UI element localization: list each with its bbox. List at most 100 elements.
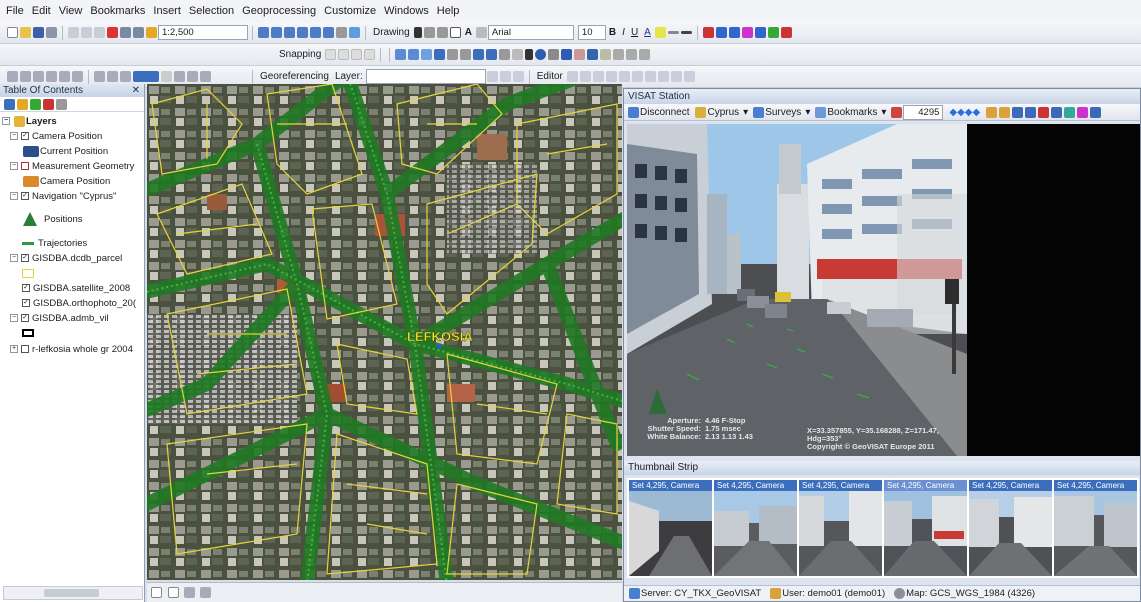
fill-color-icon[interactable] <box>654 27 666 38</box>
options-icon[interactable] <box>56 98 67 110</box>
whats-this-icon[interactable] <box>349 27 360 38</box>
undo-icon[interactable] <box>120 27 131 38</box>
list-by-visibility-icon[interactable] <box>30 98 41 110</box>
layout-view-icon[interactable] <box>151 587 162 598</box>
bold-button[interactable]: B <box>609 27 616 38</box>
capture-tool-icon[interactable] <box>1064 106 1076 118</box>
toc-item-admb-vil[interactable]: − ✓ GISDBA.admb_vil <box>10 311 144 325</box>
find-icon[interactable] <box>587 49 599 60</box>
open-folder-icon[interactable] <box>20 27 31 38</box>
end-point-arc-icon[interactable] <box>605 71 617 82</box>
menu-customize[interactable]: Customize <box>324 5 376 17</box>
color-selector-icon[interactable] <box>133 71 159 82</box>
measure-tool-icon[interactable] <box>986 106 998 118</box>
refresh-icon[interactable] <box>184 587 196 598</box>
toc-item-orthophoto[interactable]: ✓ GISDBA.orthophoto_20( <box>22 296 144 310</box>
toc-item-measurement-geometry[interactable]: − Measurement Geometry <box>10 159 144 173</box>
font-name-field[interactable]: Arial <box>487 25 574 40</box>
disconnect-button[interactable]: Disconnect <box>640 107 689 118</box>
end-snapping-icon[interactable] <box>338 49 350 60</box>
layout-tool-icon[interactable] <box>174 71 185 82</box>
toc-item-navigation-cyprus[interactable]: − ✓ Navigation "Cyprus" <box>10 189 144 203</box>
layer-checkbox[interactable] <box>21 162 29 170</box>
split-tool-icon[interactable] <box>631 71 643 82</box>
full-extent-icon[interactable] <box>434 49 446 60</box>
go-forward-icon[interactable] <box>486 49 498 60</box>
drawing-menu[interactable]: Drawing <box>373 27 410 38</box>
dropdown-arrow-icon[interactable] <box>161 71 172 82</box>
measure-icon[interactable] <box>561 49 573 60</box>
zoom-in-icon[interactable] <box>395 49 407 60</box>
arctoolbox-icon[interactable] <box>310 27 321 38</box>
font-size-field[interactable]: 10 <box>577 25 606 40</box>
transparency-icon[interactable] <box>72 71 83 82</box>
pause-drawing-icon[interactable] <box>200 587 212 598</box>
font-color-icon[interactable]: A <box>644 27 651 38</box>
visat-tool-icon[interactable] <box>741 27 753 38</box>
visat-connect-icon[interactable] <box>728 27 740 38</box>
pan-icon[interactable] <box>421 49 433 60</box>
close-icon[interactable]: ✕ <box>132 85 144 96</box>
street-view-canvas[interactable] <box>627 124 967 456</box>
collapse-icon[interactable]: − <box>2 117 10 125</box>
map-view[interactable]: LEFKOSIA <box>147 84 622 580</box>
copy-icon[interactable] <box>81 27 92 38</box>
data-view-icon[interactable] <box>715 27 727 38</box>
edge-snapping-icon[interactable] <box>364 49 376 60</box>
data-view-icon[interactable] <box>168 587 180 598</box>
visat-record-icon[interactable] <box>780 27 792 38</box>
toc-item-dcdb-parcel[interactable]: − ✓ GISDBA.dcdb_parcel <box>10 251 144 265</box>
thumbnail-item[interactable]: Set 4,295, Camera <box>884 480 967 576</box>
clear-selection-icon[interactable] <box>512 49 524 60</box>
editor-toolbar-icon[interactable] <box>258 27 269 38</box>
layer-checkbox[interactable]: ✓ <box>21 192 29 200</box>
flicker-icon[interactable] <box>33 71 44 82</box>
text-tool-icon[interactable]: A <box>465 27 472 38</box>
menu-geoprocessing[interactable]: Geoprocessing <box>242 5 316 17</box>
settings-tool-icon[interactable] <box>1051 106 1063 118</box>
identify-icon[interactable] <box>535 49 547 60</box>
collapse-icon[interactable]: − <box>10 132 18 140</box>
layer-swipe-icon[interactable] <box>20 71 31 82</box>
collapse-icon[interactable]: − <box>10 314 18 322</box>
visat-pan-icon[interactable] <box>767 27 779 38</box>
display-tool-icon[interactable] <box>120 71 131 82</box>
edit-tool-icon[interactable] <box>566 71 578 82</box>
surveys-dropdown[interactable]: Surveys <box>765 107 801 118</box>
model-builder-icon[interactable] <box>336 27 347 38</box>
thumbnail-item[interactable]: Set 4,295, Camera <box>799 480 882 576</box>
navigate-next-icon[interactable]: ◆ <box>965 107 973 118</box>
trace-icon[interactable] <box>618 71 630 82</box>
menu-insert[interactable]: Insert <box>153 5 181 17</box>
create-features-icon[interactable] <box>683 71 695 82</box>
collapse-icon[interactable]: − <box>10 254 18 262</box>
layout-tool-icon[interactable] <box>1012 106 1024 118</box>
cut-icon[interactable] <box>68 27 79 38</box>
expand-icon[interactable]: + <box>10 345 18 353</box>
table-of-contents-icon[interactable] <box>271 27 282 38</box>
map-scale-field[interactable]: 1:2,500 <box>158 25 248 40</box>
vertex-snapping-icon[interactable] <box>351 49 363 60</box>
line-color-icon[interactable] <box>667 31 679 34</box>
navigate-prev-icon[interactable]: ◆ <box>957 107 965 118</box>
layout-tool-icon[interactable] <box>187 71 198 82</box>
menu-file[interactable]: File <box>6 5 24 17</box>
georef-layer-select[interactable] <box>365 69 486 84</box>
georef-tool-icon[interactable] <box>486 71 498 82</box>
georeferencing-menu[interactable]: Georeferencing <box>260 71 329 82</box>
menu-view[interactable]: View <box>59 5 83 17</box>
display-tool-icon[interactable] <box>107 71 118 82</box>
help-tool-icon[interactable] <box>1090 106 1102 118</box>
thumbnail-item[interactable]: Set 4,295, Camera <box>714 480 797 576</box>
navigate-forward-icon[interactable]: ◆ <box>973 107 981 118</box>
display-tool-icon[interactable] <box>94 71 105 82</box>
thumbnail-item[interactable]: Set 4,295, Camera <box>629 480 712 576</box>
thumbnail-item[interactable]: Set 4,295, Camera <box>969 480 1052 576</box>
go-back-icon[interactable] <box>473 49 485 60</box>
fixed-zoom-out-icon[interactable] <box>460 49 472 60</box>
effects-icon[interactable] <box>7 71 18 82</box>
toc-item-lefkosia-whole[interactable]: + r-lefkosia whole gr 2004 <box>10 342 144 356</box>
georef-tool-icon[interactable] <box>512 71 524 82</box>
point-snapping-icon[interactable] <box>325 49 337 60</box>
record-tool-icon[interactable] <box>1038 106 1050 118</box>
